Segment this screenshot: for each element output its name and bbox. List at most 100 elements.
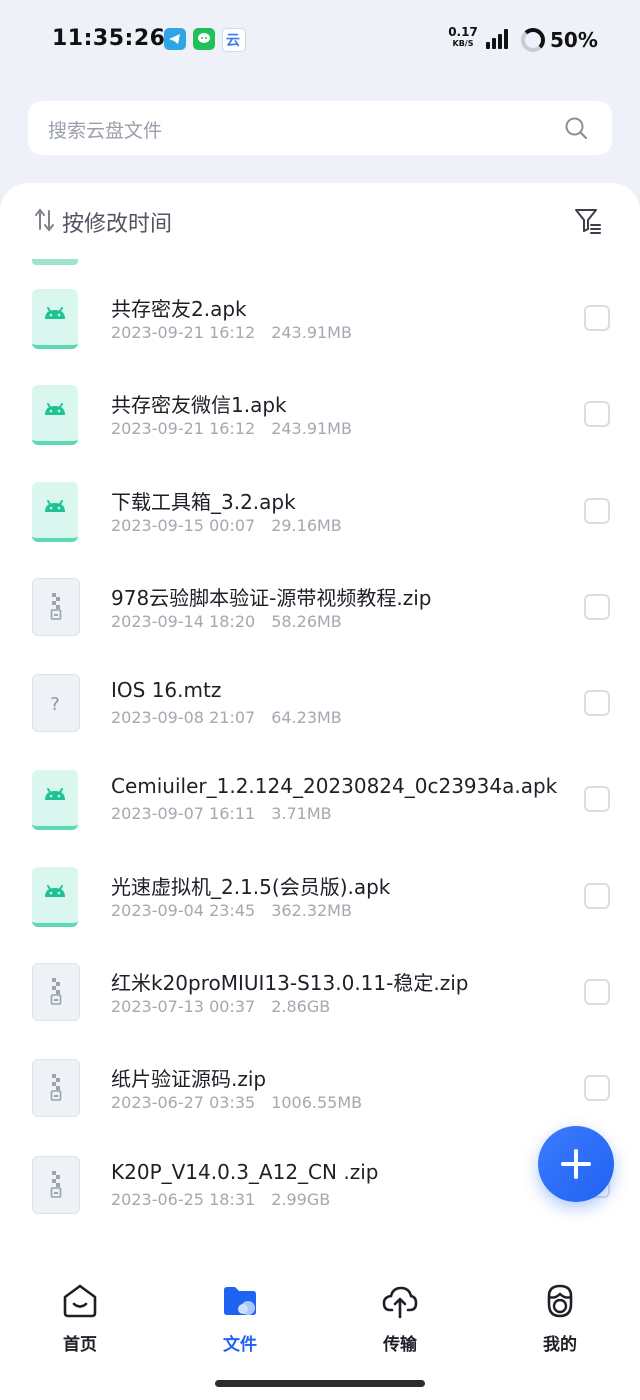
file-size: 2.99GB	[271, 1189, 331, 1209]
sort-icon[interactable]	[34, 207, 56, 233]
search-input[interactable]: 搜索云盘文件	[28, 101, 612, 155]
file-size: 362.32MB	[271, 900, 352, 920]
status-time: 11:35:26	[52, 26, 166, 51]
file-date: 2023-07-13 00:37	[111, 997, 256, 1017]
unknown-file-icon: ?	[32, 674, 80, 733]
nav-item-profile[interactable]: 我的	[500, 1282, 620, 1362]
file-list: 共存密友2.apk 2023-09-21 16:12 243.91MB 共存密友微信1…	[0, 288, 640, 1251]
file-size: 29.16MB	[271, 515, 342, 535]
file-checkbox[interactable]	[584, 690, 610, 717]
nav-label-profile: 我的	[543, 1335, 577, 1355]
file-name: 红米k20proMIUI13-S13.0.11-稳定.zip	[111, 971, 469, 996]
wechat-icon	[193, 28, 215, 50]
profile-icon	[547, 1284, 573, 1318]
file-name: 978云验脚本验证-源带视频教程.zip	[111, 585, 432, 610]
android-apk-icon	[32, 770, 78, 831]
file-size: 243.91MB	[271, 419, 352, 439]
nav-item-transfer[interactable]: 传输	[340, 1282, 460, 1362]
zip-file-icon	[32, 1059, 80, 1118]
file-date: 2023-09-14 18:20	[111, 611, 256, 631]
file-checkbox[interactable]	[584, 401, 610, 428]
zip-file-icon	[32, 1155, 80, 1214]
cloud-app-glyph: 云	[226, 33, 240, 49]
file-size: 2.86GB	[271, 997, 331, 1017]
file-checkbox[interactable]	[584, 882, 610, 909]
signal-icon	[486, 29, 510, 49]
search-icon[interactable]	[564, 116, 588, 140]
file-checkbox[interactable]	[584, 786, 610, 813]
file-size: 3.71MB	[271, 804, 332, 824]
telegram-icon	[164, 28, 186, 50]
svg-text:?: ?	[50, 694, 60, 715]
file-meta: 2023-09-08 21:07 64.23MB	[111, 708, 342, 727]
zip-file-icon	[32, 963, 80, 1022]
nav-item-files[interactable]: 文件	[180, 1282, 300, 1362]
file-date: 2023-06-25 18:31	[111, 1189, 256, 1209]
zip-file-icon	[32, 577, 80, 636]
file-checkbox[interactable]	[584, 305, 610, 331]
android-apk-icon	[32, 481, 78, 542]
network-speed-value: 0.17	[448, 25, 478, 39]
file-meta: 2023-09-07 16:11 3.71MB	[111, 804, 332, 823]
file-panel: 按修改时间 共存密友2.apk 2023-09-21 16:12 243.91MB 共…	[0, 183, 640, 1400]
file-meta: 2023-09-15 00:07 29.16MB	[111, 516, 342, 535]
file-meta: 2023-09-21 16:12 243.91MB	[111, 323, 352, 342]
nav-label-files: 文件	[223, 1335, 257, 1355]
file-name: Cemiuiler_1.2.124_20230824_0c23934a.apk	[111, 774, 558, 799]
nav-label-transfer: 传输	[383, 1335, 417, 1355]
add-button[interactable]	[538, 1126, 614, 1202]
cloud-app-icon: 云	[222, 28, 246, 52]
file-name: K20P_V14.0.3_A12_CN .zip	[111, 1159, 379, 1184]
file-row[interactable]: 978云验脚本验证-源带视频教程.zip 2023-09-14 18:20 58.2…	[0, 577, 640, 673]
file-date: 2023-09-08 21:07	[111, 708, 256, 728]
file-meta: 2023-06-27 03:35 1006.55MB	[111, 1093, 362, 1112]
file-date: 2023-06-27 03:35	[111, 1093, 256, 1113]
file-name: 共存密友微信1.apk	[111, 393, 287, 418]
file-date: 2023-09-04 23:45	[111, 900, 256, 920]
file-date: 2023-09-15 00:07	[111, 515, 256, 535]
search-placeholder: 搜索云盘文件	[48, 120, 163, 142]
file-checkbox[interactable]	[584, 497, 610, 524]
file-row[interactable]: ? IOS 16.mtz 2023-09-08 21:07 64.23MB	[0, 673, 640, 769]
file-row[interactable]: 下载工具箱_3.2.apk 2023-09-15 00:07 29.16MB	[0, 481, 640, 577]
file-row[interactable]: 共存密友微信1.apk 2023-09-21 16:12 243.91MB	[0, 384, 640, 480]
nav-item-home[interactable]: 首页	[20, 1282, 140, 1362]
folder-icon	[224, 1287, 256, 1315]
battery-icon	[521, 28, 545, 52]
file-name: 下载工具箱_3.2.apk	[111, 489, 296, 514]
file-meta: 2023-07-13 00:37 2.86GB	[111, 997, 330, 1016]
android-apk-icon	[32, 866, 78, 927]
file-name: 纸片验证源码.zip	[111, 1067, 267, 1092]
sort-label[interactable]: 按修改时间	[62, 206, 172, 238]
file-name: 共存密友2.apk	[111, 297, 247, 321]
file-size: 243.91MB	[271, 323, 352, 342]
file-checkbox[interactable]	[584, 593, 610, 620]
filter-icon[interactable]	[574, 207, 602, 235]
home-icon	[63, 1284, 97, 1318]
file-row[interactable]: 共存密友2.apk 2023-09-21 16:12 243.91MB	[0, 288, 640, 384]
file-size: 1006.55MB	[271, 1093, 363, 1113]
file-date: 2023-09-21 16:12	[111, 419, 256, 439]
network-speed-unit: KB/S	[452, 39, 474, 48]
plus-icon	[561, 1149, 591, 1179]
file-row[interactable]: 光速虚拟机_2.1.5(会员版).apk 2023-09-04 23:45 362.…	[0, 866, 640, 962]
file-checkbox[interactable]	[584, 1075, 610, 1102]
file-meta: 2023-09-14 18:20 58.26MB	[111, 612, 342, 631]
sort-bar: 按修改时间	[0, 183, 640, 259]
file-size: 58.26MB	[271, 611, 342, 631]
battery-percent: 50%	[550, 28, 598, 52]
file-meta: 2023-06-25 18:31 2.99GB	[111, 1190, 330, 1209]
file-name: 光速虚拟机_2.1.5(会员版).apk	[111, 874, 391, 899]
file-row[interactable]: 红米k20proMIUI13-S13.0.11-稳定.zip 2023-07-13…	[0, 962, 640, 1058]
bottom-nav: 首页 文件 传输 我的	[0, 1260, 640, 1400]
file-meta: 2023-09-21 16:12 243.91MB	[111, 419, 352, 438]
file-icon-partial	[32, 259, 78, 265]
file-row[interactable]: Cemiuiler_1.2.124_20230824_0c23934a.apk 2…	[0, 769, 640, 865]
android-apk-icon	[32, 385, 78, 446]
network-speed: 0.17 KB/S	[446, 25, 480, 49]
file-date: 2023-09-07 16:11	[111, 804, 256, 824]
home-indicator[interactable]	[215, 1380, 425, 1387]
file-checkbox[interactable]	[584, 979, 610, 1006]
android-apk-icon	[32, 289, 78, 349]
nav-label-home: 首页	[63, 1335, 97, 1355]
